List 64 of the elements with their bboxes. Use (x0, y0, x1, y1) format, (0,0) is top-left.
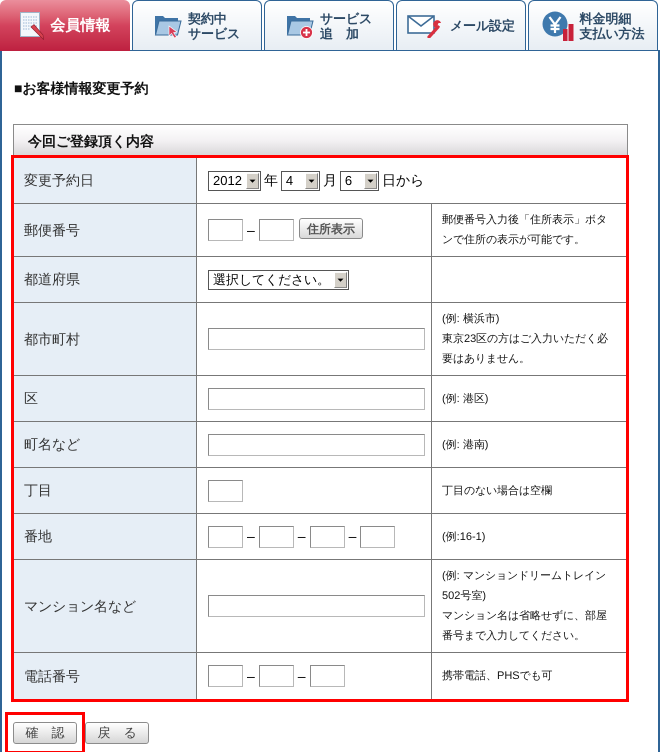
input-field[interactable] (208, 526, 243, 548)
input-field[interactable] (258, 665, 294, 687)
dropdown[interactable]: 選択してください。 (208, 270, 349, 290)
hint-text: 携帯電話、PHSでも可 (442, 668, 554, 684)
dash-separator: – (246, 220, 256, 240)
row-label: 電話番号 (14, 653, 197, 699)
dropdown[interactable]: 4 (280, 170, 320, 190)
notepad-pencil-icon (20, 12, 44, 40)
button[interactable]: 確 認 (13, 722, 77, 744)
hint-text: (例: 横浜市) (442, 312, 500, 327)
input-field[interactable] (258, 526, 294, 548)
input-field[interactable] (208, 328, 425, 350)
input-field[interactable] (310, 526, 345, 548)
tab[interactable]: メール設定 (396, 0, 526, 50)
input-field[interactable] (258, 219, 294, 241)
input-field[interactable] (208, 219, 243, 241)
caret-icon (334, 272, 347, 288)
section-header: 今回ご登録頂く内容 (13, 124, 628, 158)
row-label: マンション名など (14, 560, 197, 652)
button[interactable]: 戻 る (85, 722, 149, 744)
input-field[interactable] (208, 595, 425, 617)
caret-icon (364, 172, 377, 188)
address-lookup-button[interactable]: 住所表示 (298, 218, 363, 239)
input-field[interactable] (208, 434, 425, 456)
envelope-wrench-icon (407, 14, 444, 38)
unit-label: 日から (382, 171, 424, 190)
hint-text: 東京23区の方はご入力いただく必要はありません。 (442, 332, 610, 367)
tab[interactable]: 契約中 サービス (132, 0, 262, 50)
caret-icon (304, 172, 318, 188)
row-label: 郵便番号 (14, 204, 197, 256)
dash-separator: – (296, 527, 307, 546)
unit-label: 年 (264, 171, 278, 190)
dash-separator: – (348, 527, 358, 546)
row-label: 番地 (14, 514, 197, 559)
hint-text: 丁目のない場合は空欄 (442, 484, 553, 498)
row-label: 区 (14, 376, 197, 421)
caret-icon (246, 172, 259, 188)
input-field[interactable] (360, 526, 396, 548)
dash-separator: – (246, 527, 256, 546)
page-title: ■お客様情報変更予約 (14, 79, 148, 98)
dash-separator: – (296, 666, 307, 686)
unit-label: 月 (322, 171, 337, 190)
tab[interactable]: サービス 追 加 (264, 0, 394, 50)
hint-text: (例: 港南) (442, 438, 490, 452)
input-field[interactable] (208, 665, 243, 687)
row-label: 丁目 (14, 468, 197, 513)
input-field[interactable] (208, 480, 243, 502)
row-label: 変更予約日 (14, 158, 197, 203)
hint-text: 郵便番号入力後「住所表示」ボタンで住所の表示が可能です。 (442, 212, 608, 248)
input-field[interactable] (310, 665, 345, 687)
hint-text: マンション名は省略せずに、部屋番号まで入力してください。 (442, 608, 608, 644)
row-label: 都市町村 (14, 303, 197, 375)
dropdown[interactable]: 6 (340, 170, 379, 190)
hint-text: (例:16-1) (442, 530, 486, 544)
yen-coin-bars-icon (542, 10, 574, 40)
hint-text: (例: マンションドリームトレイン502号室) (442, 569, 607, 604)
row-label: 都道府県 (14, 257, 197, 302)
input-field[interactable] (208, 388, 425, 410)
dropdown[interactable]: 2012 (208, 170, 261, 190)
row-label: 町名など (14, 422, 197, 467)
tab[interactable]: 料金明細 支払い方法 (528, 0, 658, 50)
tab[interactable]: 会員情報 (0, 0, 130, 51)
dash-separator: – (246, 666, 256, 686)
hint-text: (例: 港区) (442, 392, 490, 406)
